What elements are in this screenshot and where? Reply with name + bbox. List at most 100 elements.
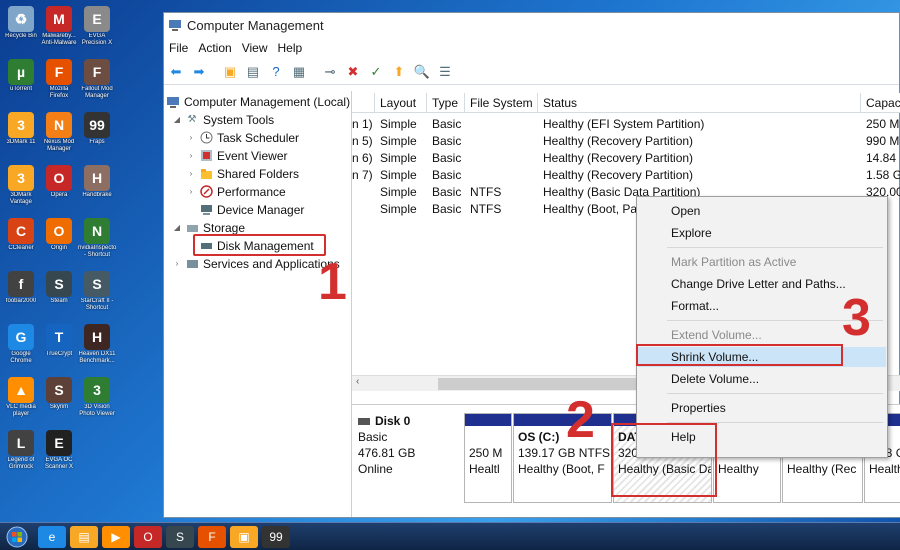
- desktop-icon[interactable]: F Mozilla Firefox: [40, 59, 78, 100]
- table-row[interactable]: n 1) Simple Basic Healthy (EFI System Parti…: [352, 116, 900, 133]
- table-cell-layout: Simple: [380, 168, 417, 182]
- menu-file[interactable]: File: [164, 41, 193, 55]
- desktop-icon[interactable]: F Fallout Mod Manager: [78, 59, 116, 100]
- tree-item-root[interactable]: Computer Management (Local): [166, 93, 350, 110]
- ie-icon[interactable]: e: [38, 525, 66, 548]
- desktop-icon[interactable]: µ uTorrent: [2, 59, 40, 100]
- tree-item-performance[interactable]: › Performance: [186, 183, 286, 200]
- tree-label-storage: Storage: [203, 220, 246, 235]
- search-icon[interactable]: 🔍: [412, 62, 432, 82]
- scroll-thumb[interactable]: [438, 378, 638, 390]
- app-icon: 3: [8, 165, 34, 191]
- desktop-icon[interactable]: N Nexus Mod Manager: [40, 112, 78, 153]
- desktop-icon[interactable]: 3 3DMark Vantage: [2, 165, 40, 206]
- expand-arrow-icon[interactable]: ›: [172, 259, 182, 268]
- column-header-type[interactable]: Type: [427, 93, 465, 113]
- tree-item-device-manager[interactable]: Device Manager: [199, 201, 304, 218]
- desktop-icon[interactable]: C CCleaner: [2, 218, 40, 259]
- column-header-capacity[interactable]: Capac: [861, 93, 900, 113]
- explorer-icon[interactable]: ▤: [70, 525, 98, 548]
- forward-arrow-icon[interactable]: ➡: [189, 62, 209, 82]
- up-folder-icon[interactable]: ▣: [220, 62, 240, 82]
- column-header-file-system[interactable]: File System: [465, 93, 538, 113]
- desktop-icon[interactable]: 3 3D Vision Photo Viewer: [78, 377, 116, 418]
- desktop-icon[interactable]: L Legend of Grimrock: [2, 430, 40, 471]
- delete-icon[interactable]: ✖: [343, 62, 363, 82]
- menu-item-mark-active[interactable]: Mark Partition as Active: [638, 252, 886, 272]
- back-arrow-icon[interactable]: ⬅: [166, 62, 186, 82]
- table-row[interactable]: n 7) Simple Basic Healthy (Recovery Partiti…: [352, 167, 900, 184]
- tree-item-event-viewer[interactable]: › Event Viewer: [186, 147, 288, 164]
- menu-item-explore[interactable]: Explore: [638, 223, 886, 243]
- menu-item-properties[interactable]: Properties: [638, 398, 886, 418]
- partition-block[interactable]: 250 M Healtl: [464, 413, 512, 503]
- desktop-icon[interactable]: 3 3DMark 11: [2, 112, 40, 153]
- desktop-icon[interactable]: E EVGA OC Scanner X: [40, 430, 78, 471]
- menu-item-open[interactable]: Open: [638, 201, 886, 221]
- expand-arrow-icon[interactable]: ›: [186, 133, 196, 142]
- toolbar: ⬅ ➡ ▣ ▤? ▦ ⊸ ✖ ✓ ⬆ 🔍 ☰: [164, 59, 899, 85]
- tree-label-performance: Performance: [217, 184, 286, 199]
- desktop-icon[interactable]: T TrueCrypt: [40, 324, 78, 365]
- desktop-icon[interactable]: ♻ Recycle Bin: [2, 6, 40, 47]
- desktop-icon[interactable]: 99 Fraps: [78, 112, 116, 153]
- table-cell-type: Basic: [432, 185, 462, 199]
- expand-arrow-icon[interactable]: ›: [186, 151, 196, 160]
- desktop-icon[interactable]: E EVGA Precision X: [78, 6, 116, 47]
- menu-action[interactable]: Action: [193, 41, 236, 55]
- media-player-icon[interactable]: ▶: [102, 525, 130, 548]
- tree-item-services[interactable]: › Services and Applications: [172, 255, 340, 272]
- table-row[interactable]: n 5) Simple Basic Healthy (Recovery Partiti…: [352, 133, 900, 150]
- scroll-left-icon[interactable]: ‹: [356, 376, 359, 387]
- partition-block[interactable]: OS (C:) 139.17 GB NTFS Healthy (Boot, F: [513, 413, 612, 503]
- properties-icon[interactable]: ☰: [435, 62, 455, 82]
- menu-view[interactable]: View: [237, 41, 273, 55]
- column-header-layout[interactable]: Layout: [375, 93, 427, 113]
- menu-item-delete[interactable]: Delete Volume...: [638, 369, 886, 389]
- connect-icon[interactable]: ⊸: [320, 62, 340, 82]
- column-header-status[interactable]: Status: [538, 93, 861, 113]
- expand-arrow-icon[interactable]: ›: [186, 169, 196, 178]
- firefox-icon[interactable]: F: [198, 525, 226, 548]
- table-cell-cap: 1.58 G: [866, 168, 900, 182]
- desktop-icon[interactable]: NnvidiaInspector - Shortcut: [78, 218, 116, 259]
- desktop-icon[interactable]: M Malwareby... Anti-Malware: [40, 6, 78, 47]
- menu-help[interactable]: Help: [273, 41, 308, 55]
- desktop-icon[interactable]: O Origin: [40, 218, 78, 259]
- opera-icon[interactable]: O: [134, 525, 162, 548]
- desktop-icon[interactable]: ▲ VLC media player: [2, 377, 40, 418]
- check-icon[interactable]: ✓: [366, 62, 386, 82]
- folder-icon[interactable]: ▣: [230, 525, 258, 548]
- desktop-icon[interactable]: O Opera: [40, 165, 78, 206]
- desktop-icon-label: nvidiaInspector - Shortcut: [78, 245, 116, 258]
- console-icon[interactable]: ▦: [289, 62, 309, 82]
- shared-folder-icon: [199, 167, 213, 181]
- table-row[interactable]: n 6) Simple Basic Healthy (Recovery Partiti…: [352, 150, 900, 167]
- column-header-volume[interactable]: [352, 93, 375, 113]
- desktop-icon[interactable]: S StarCraft II - Shortcut: [78, 271, 116, 312]
- desktop-icon[interactable]: f foobar2000: [2, 271, 40, 312]
- start-button[interactable]: [0, 524, 34, 550]
- table-cell-status: Healthy (Recovery Partition): [543, 151, 694, 165]
- tree-item-shared-folders[interactable]: › Shared Folders: [186, 165, 299, 182]
- table-cell-layout: Simple: [380, 134, 417, 148]
- desktop-icon[interactable]: H Heaven DX11 Benchmark...: [78, 324, 116, 365]
- collapse-arrow-icon[interactable]: ◢: [172, 115, 182, 124]
- tree-item-task-scheduler[interactable]: › Task Scheduler: [186, 129, 299, 146]
- disk-info[interactable]: Disk 0 Basic 476.81 GB Online: [358, 413, 458, 477]
- steam-icon[interactable]: S: [166, 525, 194, 548]
- expand-arrow-icon[interactable]: ›: [186, 187, 196, 196]
- desktop-icon[interactable]: H Handbrake: [78, 165, 116, 206]
- desktop-icon-label: Skyrim: [49, 404, 69, 410]
- collapse-arrow-icon[interactable]: ◢: [172, 223, 182, 232]
- desktop-icon[interactable]: G Google Chrome: [2, 324, 40, 365]
- import-icon[interactable]: ⬆: [389, 62, 409, 82]
- tree-label-device-manager: Device Manager: [217, 202, 305, 217]
- desktop-icon[interactable]: S Steam: [40, 271, 78, 312]
- window-title: Computer Management: [187, 17, 324, 33]
- desktop-icon[interactable]: S Skyrim: [40, 377, 78, 418]
- help-icon[interactable]: ?: [266, 62, 286, 82]
- fraps-icon[interactable]: 99: [262, 525, 290, 548]
- tree-item-system-tools[interactable]: ◢ ⚒ System Tools: [172, 111, 274, 128]
- show-hide-tree-icon[interactable]: ▤: [243, 62, 263, 82]
